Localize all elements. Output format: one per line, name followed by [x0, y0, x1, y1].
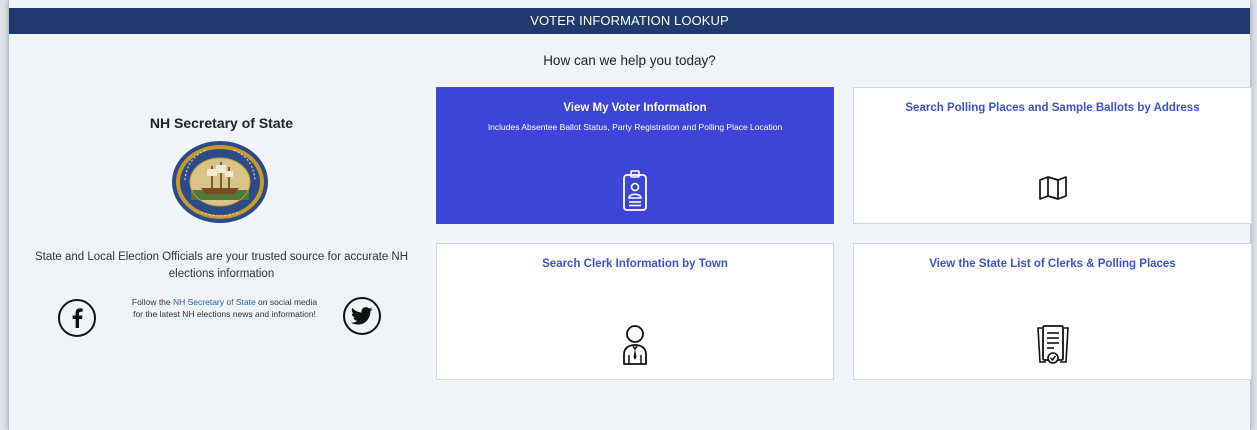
twitter-icon	[351, 307, 373, 325]
page-title: VOTER INFORMATION LOOKUP	[530, 13, 729, 28]
view-voter-info-card[interactable]: View My Voter Information Includes Absen…	[436, 87, 834, 224]
follow-prefix: Follow the	[131, 297, 173, 307]
nh-state-seal-icon	[172, 141, 268, 223]
card-title: View the State List of Clerks & Polling …	[929, 258, 1176, 270]
card-title: Search Polling Places and Sample Ballots…	[905, 102, 1200, 114]
nh-sos-link[interactable]: NH Secretary of State	[173, 297, 256, 307]
trusted-source-text: State and Local Election Officials are y…	[34, 251, 409, 280]
document-list-icon	[1036, 325, 1069, 364]
facebook-link[interactable]	[58, 299, 96, 337]
sidebar: NH Secretary of State State and Local El…	[9, 0, 434, 430]
search-polling-places-card[interactable]: Search Polling Places and Sample Ballots…	[853, 87, 1252, 224]
clerk-person-icon	[623, 325, 647, 365]
card-title: Search Clerk Information by Town	[542, 258, 728, 270]
voter-id-badge-icon	[623, 170, 647, 211]
twitter-link[interactable]	[343, 297, 381, 335]
state-list-clerks-card[interactable]: View the State List of Clerks & Polling …	[853, 243, 1252, 380]
page-frame: VOTER INFORMATION LOOKUP How can we help…	[8, 0, 1252, 430]
map-icon	[1038, 176, 1067, 200]
card-title: View My Voter Information	[563, 102, 707, 114]
follow-text: Follow the NH Secretary of State on soci…	[127, 296, 322, 320]
org-name: NH Secretary of State	[149, 115, 294, 131]
search-clerk-info-card[interactable]: Search Clerk Information by Town	[436, 243, 834, 380]
facebook-icon	[72, 308, 83, 328]
card-subtitle: Includes Absentee Ballot Status, Party R…	[487, 122, 783, 132]
